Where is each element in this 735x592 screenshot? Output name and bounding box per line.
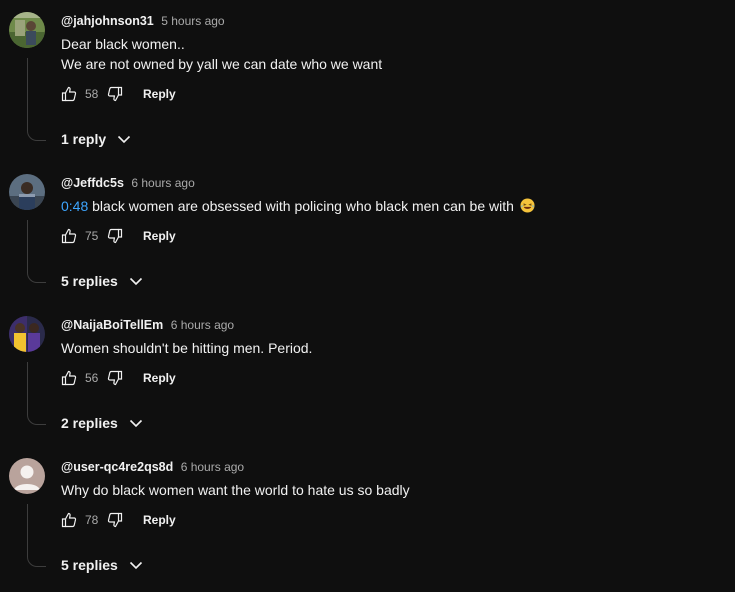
- comment-header: @NaijaBoiTellEm 6 hours ago: [61, 317, 234, 333]
- comment-text: 0:48 black women are obsessed with polic…: [61, 196, 535, 216]
- comment-text-line: Women shouldn't be hitting men. Period.: [61, 340, 313, 356]
- chevron-down-icon: [129, 277, 142, 286]
- thumbs-down-icon[interactable]: [107, 228, 123, 244]
- reply-button[interactable]: Reply: [143, 87, 176, 101]
- show-replies-button[interactable]: 5 replies: [61, 273, 144, 289]
- comment-author[interactable]: @user-qc4re2qs8d: [61, 460, 173, 474]
- comment-thread: @Jeffdc5s 6 hours ago 0:48 black women a…: [0, 162, 735, 304]
- comment-thread: @NaijaBoiTellEm 6 hours ago Women should…: [0, 304, 735, 446]
- thumbs-up-icon[interactable]: [61, 86, 77, 102]
- reply-button[interactable]: Reply: [143, 513, 176, 527]
- like-count: 56: [85, 371, 99, 385]
- comment-text-line: black women are obsessed with policing w…: [88, 198, 514, 214]
- comment-text: Women shouldn't be hitting men. Period.: [61, 338, 312, 358]
- comment-actions: 56 Reply: [61, 368, 176, 388]
- replies-count: 1 reply: [61, 131, 107, 147]
- comment-text-line: We are not owned by yall we can date who…: [61, 56, 383, 72]
- comment-header: @Jeffdc5s 6 hours ago: [61, 175, 195, 191]
- thread-connector: [27, 504, 46, 567]
- comment-thread: @user-qc4re2qs8d 6 hours ago Why do blac…: [0, 446, 735, 588]
- like-count: 58: [85, 87, 99, 101]
- avatar[interactable]: [9, 174, 45, 210]
- comment-thread: @jahjohnson31 5 hours ago Dear black wom…: [0, 0, 735, 147]
- comment-text-line: Dear black women..: [61, 36, 185, 52]
- replies-count: 2 replies: [61, 415, 118, 431]
- thumbs-down-icon[interactable]: [107, 512, 123, 528]
- comment-author[interactable]: @jahjohnson31: [61, 14, 154, 28]
- show-replies-button[interactable]: 1 reply: [61, 131, 132, 147]
- chevron-down-icon: [118, 135, 131, 144]
- reply-button[interactable]: Reply: [143, 229, 176, 243]
- show-replies-button[interactable]: 2 replies: [61, 415, 144, 431]
- comment-text: Dear black women.. We are not owned by y…: [61, 34, 382, 74]
- thumbs-down-icon[interactable]: [107, 370, 123, 386]
- thread-connector: [27, 362, 46, 425]
- reply-button[interactable]: Reply: [143, 371, 176, 385]
- comment-actions: 75 Reply: [61, 226, 176, 246]
- comment-author[interactable]: @NaijaBoiTellEm: [61, 318, 163, 332]
- comment-time[interactable]: 6 hours ago: [171, 318, 234, 332]
- replies-count: 5 replies: [61, 273, 118, 289]
- comment-actions: 58 Reply: [61, 84, 176, 104]
- video-timestamp-link[interactable]: 0:48: [61, 198, 88, 214]
- replies-count: 5 replies: [61, 557, 118, 573]
- comment-header: @user-qc4re2qs8d 6 hours ago: [61, 459, 244, 475]
- show-replies-button[interactable]: 5 replies: [61, 557, 144, 573]
- thread-connector: [27, 220, 46, 283]
- comment-text-line: Why do black women want the world to hat…: [61, 482, 410, 498]
- comment-header: @jahjohnson31 5 hours ago: [61, 13, 225, 29]
- thumbs-up-icon[interactable]: [61, 512, 77, 528]
- chevron-down-icon: [129, 561, 142, 570]
- chevron-down-icon: [129, 419, 142, 428]
- comment-actions: 78 Reply: [61, 510, 176, 530]
- thumbs-up-icon[interactable]: [61, 228, 77, 244]
- comment-time[interactable]: 6 hours ago: [181, 460, 244, 474]
- thumbs-down-icon[interactable]: [107, 86, 123, 102]
- avatar[interactable]: [9, 316, 45, 352]
- comment-text: Why do black women want the world to hat…: [61, 480, 410, 500]
- like-count: 75: [85, 229, 99, 243]
- laughing-emoji-icon: [520, 198, 535, 213]
- comment-author[interactable]: @Jeffdc5s: [61, 176, 124, 190]
- avatar[interactable]: [9, 458, 45, 494]
- comment-time[interactable]: 6 hours ago: [131, 176, 194, 190]
- thumbs-up-icon[interactable]: [61, 370, 77, 386]
- comment-time[interactable]: 5 hours ago: [161, 14, 224, 28]
- like-count: 78: [85, 513, 99, 527]
- avatar[interactable]: [9, 12, 45, 48]
- thread-connector: [27, 58, 46, 141]
